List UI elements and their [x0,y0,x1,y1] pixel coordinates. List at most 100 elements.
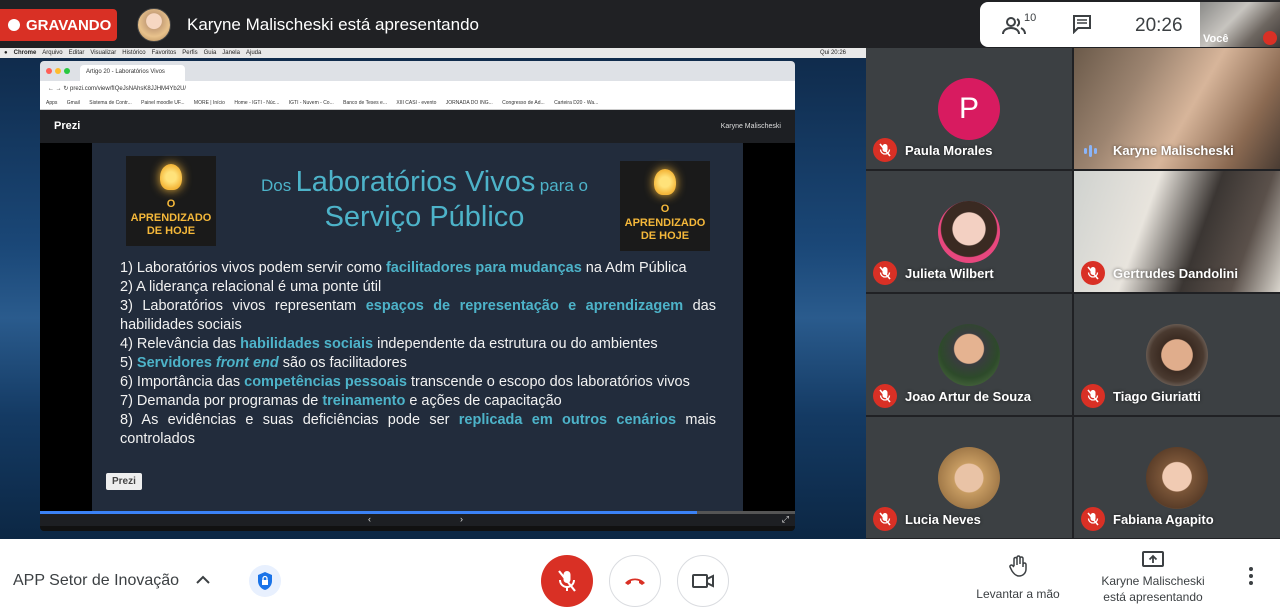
leave-call-button[interactable] [609,555,661,607]
avatar [938,201,1000,263]
prev-slide-button[interactable]: ‹ [368,514,371,524]
participant-tile[interactable]: Joao Artur de Souza [866,294,1072,415]
participant-name: Karyne Malischeski [1113,143,1234,158]
slide-item: 2) A liderança relacional é uma ponte út… [120,279,382,295]
participant-name: Julieta Wilbert [905,266,994,281]
badge-text: O APRENDIZADO DE HOJE [130,198,212,237]
shared-screen: ● Chrome Arquivo Editar Visualizar Histó… [0,48,866,539]
participant-tile[interactable]: Julieta Wilbert [866,171,1072,292]
chevron-up-icon[interactable] [196,572,210,588]
mic-off-icon [1081,507,1105,531]
clock: 20:26 [1135,15,1183,36]
camera-icon [692,574,714,588]
minimize-window-icon [55,68,61,74]
mic-off-icon [873,507,897,531]
mac-menu-item: Guia [203,50,217,56]
bookmark-item: IGTI - Nuvem - Co... [288,100,334,106]
title-part: para o [539,176,588,195]
mic-off-icon [873,138,897,162]
people-button[interactable]: 10 [1002,12,1036,38]
slide-item: 3) Laboratórios vivos representam espaço… [120,298,716,333]
dot-icon [1249,574,1253,578]
meet-window: GRAVANDO Karyne Malischeski está apresen… [0,0,1280,613]
hang-up-icon [625,578,645,585]
bookmark-item: MORE | Início [193,100,225,106]
chat-icon [1073,15,1091,35]
prezi-badge[interactable]: Prezi [106,473,142,490]
bookmark-item: Banco de Teses e... [343,100,387,106]
recording-label: GRAVANDO [26,16,112,34]
mac-clock: Qui 20:26 [819,50,846,56]
participant-name: Lucia Neves [905,512,981,527]
fullscreen-icon[interactable]: ⤢ [782,514,789,525]
prezi-stage: O APRENDIZADO DE HOJE O APRENDIZADO DE H… [40,143,795,526]
bookmark-item: Painel moodle UF... [141,100,185,106]
mic-toggle-button[interactable] [541,555,593,607]
learning-badge-left: O APRENDIZADO DE HOJE [126,156,216,246]
mic-active-icon [1084,144,1100,158]
mac-menu-item: Janela [222,50,240,56]
title-part: Laboratórios Vivos [295,166,536,198]
mic-off-icon [1081,261,1105,285]
slide-bullet-list: 1) Laboratórios vivos podem servir como … [120,259,716,449]
mac-menu-item: Arquivo [42,50,63,56]
presenting-button[interactable]: Karyne Malischeski está apresentando [1093,551,1213,605]
participant-name: Tiago Giuriatti [1113,389,1201,404]
badge-text: O APRENDIZADO DE HOJE [624,203,706,242]
mic-off-icon [1081,384,1105,408]
presenting-line1: Karyne Malischeski [1101,574,1205,588]
participant-tile[interactable]: Lucia Neves [866,417,1072,538]
browser-tab: Artigo 20 - Laboratórios Vivos [80,65,185,81]
prezi-logo: Prezi [54,120,81,132]
participant-tile[interactable]: P Paula Morales [866,48,1072,169]
security-button[interactable] [249,565,281,597]
next-slide-button[interactable]: › [460,514,463,524]
bookmark-item: Carteira D20 - Wa... [554,100,599,106]
chat-button[interactable] [1072,14,1094,35]
dot-icon [1249,567,1253,571]
mac-menu-item: Visualizar [90,50,117,56]
lightbulb-icon [654,169,676,196]
shield-lock-icon [258,572,272,590]
top-right-panel: 10 20:26 Você [980,2,1280,47]
participant-tile[interactable]: Gertrudes Dandolini [1074,171,1280,292]
avatar [1146,324,1208,386]
prezi-header: Prezi Karyne Malischeski [40,110,795,143]
more-options-button[interactable] [1242,567,1260,593]
presenting-text: Karyne Malischeski está apresentando [187,15,479,34]
recording-badge[interactable]: GRAVANDO [0,9,117,41]
bookmark-item: Congresso de Ad... [502,100,545,106]
people-count: 10 [1024,12,1037,24]
bottom-bar: APP Setor de Inovação Levantar a mão Kar… [0,539,1280,613]
maximize-window-icon [64,68,70,74]
mac-menu-item: Chrome [13,50,37,56]
participant-tile[interactable]: Fabiana Agapito [1074,417,1280,538]
browser-tab-bar: Artigo 20 - Laboratórios Vivos [40,61,795,81]
bookmarks-bar: Apps Gmail Sistema de Contr... Painel mo… [40,97,795,110]
self-view-thumbnail[interactable]: Você [1200,2,1280,47]
self-label: Você [1203,33,1229,45]
url-text: prezi.com/view/fIQeJsNAhsK8JJHM4Yb2U/ [70,86,187,92]
people-icon [1002,17,1026,35]
bookmark-item: Apps [46,100,58,106]
participant-tile[interactable]: Karyne Malischeski [1074,48,1280,169]
mac-menu-item: Ajuda [245,50,262,56]
camera-toggle-button[interactable] [677,555,729,607]
slide-item: 7) Demanda por programas de treinamento … [120,393,562,409]
prezi-nav-bar: ‹ › ⤢ [40,514,795,526]
learning-badge-right: O APRENDIZADO DE HOJE [620,161,710,251]
dot-icon [1249,581,1253,585]
raise-hand-button[interactable]: Levantar a mão [968,555,1068,601]
top-bar: GRAVANDO Karyne Malischeski está apresen… [0,0,1280,48]
bookmark-item: Sistema de Contr... [89,100,132,106]
slide-item: 1) Laboratórios vivos podem servir como … [120,260,687,276]
avatar: P [938,78,1000,140]
apple-icon: ● [4,50,8,56]
meeting-name[interactable]: APP Setor de Inovação [13,572,179,590]
hand-icon [1009,555,1027,577]
mac-menu-item: Histórico [122,50,146,56]
mic-off-icon [873,384,897,408]
lightbulb-icon [160,164,182,191]
bookmark-item: Gmail [66,100,80,106]
participant-tile[interactable]: Tiago Giuriatti [1074,294,1280,415]
